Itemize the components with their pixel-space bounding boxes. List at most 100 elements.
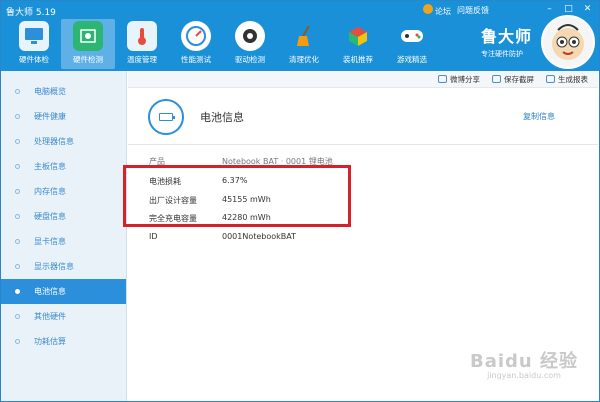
info-value: 45155 mWh (222, 195, 271, 204)
info-key: 电池损耗 (149, 177, 181, 186)
sidebar-item-label: 主板信息 (34, 162, 66, 171)
info-key: ID (149, 232, 158, 241)
sidebar-item-other[interactable]: 其他硬件 (1, 304, 126, 329)
sidebar-item-motherboard[interactable]: 主板信息 (1, 154, 126, 179)
sidebar-item-label: 内存信息 (34, 187, 66, 196)
watermark: Baidu 经验 jingyan.baidu.com (470, 347, 578, 380)
battery-section-icon (148, 99, 184, 135)
tool-games[interactable]: 游戏精选 (385, 19, 439, 69)
tool-label: 游戏精选 (397, 55, 427, 64)
camera-icon (492, 75, 501, 83)
info-row-design-capacity: 出厂设计容量 45155 mWh (149, 195, 271, 206)
report-icon (546, 75, 555, 83)
copy-info-link[interactable]: 复制信息 (523, 111, 555, 122)
sidebar-item-battery[interactable]: 电池信息 (1, 279, 126, 304)
sidebar-item-label: 功耗估算 (34, 337, 66, 346)
sidebar-item-label: 电池信息 (34, 287, 66, 296)
gear-icon (235, 21, 265, 51)
header-bar: 鲁大师 5.19 论坛 问题反馈 – □ ✕ 硬件体检 硬件检测 温度管理 性能… (1, 1, 599, 71)
save-screenshot-label: 保存截屏 (504, 74, 534, 84)
bullet-icon (15, 339, 20, 344)
weibo-share-label: 微博分享 (450, 74, 480, 84)
sidebar-item-label: 电脑概览 (34, 87, 66, 96)
sidebar-item-disk[interactable]: 硬盘信息 (1, 204, 126, 229)
bullet-icon (15, 89, 20, 94)
info-value: Notebook BAT · 0001 锂电池 (222, 157, 333, 166)
cube-icon (343, 21, 373, 51)
tool-label: 驱动检测 (235, 55, 265, 64)
watermark-logo: Baidu 经验 (469, 351, 578, 372)
mascot-avatar (541, 15, 595, 69)
bullet-icon (15, 239, 20, 244)
monitor-icon (19, 21, 49, 51)
tool-label: 硬件体检 (19, 55, 49, 64)
sidebar-item-power[interactable]: 功耗估算 (1, 329, 126, 354)
share-icon (438, 75, 447, 83)
brand-name: 鲁大师 (481, 27, 533, 46)
sidebar-item-label: 硬盘信息 (34, 212, 66, 221)
bullet-icon (15, 114, 20, 119)
forum-link-label: 论坛 (435, 7, 451, 16)
bullet-icon (15, 164, 20, 169)
forum-link[interactable]: 论坛 (423, 4, 451, 17)
tool-temperature[interactable]: 温度管理 (115, 19, 169, 69)
app-window: 鲁大师 5.19 论坛 问题反馈 – □ ✕ 硬件体检 硬件检测 温度管理 性能… (0, 0, 600, 402)
chip-icon (73, 21, 103, 51)
generate-report-button[interactable]: 生成报表 (546, 74, 588, 85)
gamepad-icon (397, 21, 427, 51)
bullet-icon (15, 264, 20, 269)
bullet-icon (15, 289, 20, 294)
info-row-product: 产品 Notebook BAT · 0001 锂电池 (149, 156, 333, 167)
sidebar-item-monitor[interactable]: 显示器信息 (1, 254, 126, 279)
sidebar-item-label: 硬件健康 (34, 112, 66, 121)
close-button[interactable]: ✕ (580, 3, 595, 15)
sidebar-item-gpu[interactable]: 显卡信息 (1, 229, 126, 254)
feedback-link[interactable]: 问题反馈 (457, 5, 489, 16)
broom-icon (289, 21, 319, 51)
bullet-icon (15, 214, 20, 219)
sidebar-item-overview[interactable]: 电脑概览 (1, 79, 126, 104)
info-row-full-capacity: 完全充电容量 42280 mWh (149, 213, 271, 224)
sidebar-item-label: 显示器信息 (34, 262, 74, 271)
sidebar-item-label: 其他硬件 (34, 312, 66, 321)
brand-slogan: 专注硬件防护 (481, 50, 523, 58)
main-toolbar: 硬件体检 硬件检测 温度管理 性能测试 驱动检测 清理优化 装机推荐 游戏精选 (7, 19, 439, 69)
battery-icon (159, 113, 175, 121)
forum-icon (423, 4, 433, 14)
speedometer-icon (181, 21, 211, 51)
main-content: 电池信息 复制信息 产品 Notebook BAT · 0001 锂电池 电池损… (128, 89, 598, 401)
tool-build-recommend[interactable]: 装机推荐 (331, 19, 385, 69)
bullet-icon (15, 314, 20, 319)
tool-hardware-checkup[interactable]: 硬件体检 (7, 19, 61, 69)
tool-label: 性能测试 (181, 55, 211, 64)
tool-label: 清理优化 (289, 55, 319, 64)
sidebar-item-health[interactable]: 硬件健康 (1, 104, 126, 129)
sidebar-item-label: 显卡信息 (34, 237, 66, 246)
save-screenshot-button[interactable]: 保存截屏 (492, 74, 534, 85)
info-value: 0001NotebookBAT (222, 232, 297, 241)
info-key: 产品 (149, 157, 165, 166)
sidebar-item-label: 处理器信息 (34, 137, 74, 146)
sidebar-item-cpu[interactable]: 处理器信息 (1, 129, 126, 154)
tool-cleanup[interactable]: 清理优化 (277, 19, 331, 69)
window-title: 鲁大师 5.19 (6, 8, 56, 18)
action-bar: 微博分享 保存截屏 生成报表 (128, 71, 598, 88)
window-controls: – □ ✕ (542, 3, 595, 15)
tool-label: 装机推荐 (343, 55, 373, 64)
maximize-button[interactable]: □ (561, 3, 576, 15)
tool-hardware-detect[interactable]: 硬件检测 (61, 19, 115, 69)
section-title: 电池信息 (200, 111, 244, 124)
top-links: 论坛 问题反馈 (423, 4, 489, 17)
sidebar: 电脑概览 硬件健康 处理器信息 主板信息 内存信息 硬盘信息 显卡信息 显示器信… (1, 71, 127, 401)
weibo-share-button[interactable]: 微博分享 (438, 74, 480, 85)
brand: 鲁大师 专注硬件防护 (481, 23, 532, 59)
tool-driver[interactable]: 驱动检测 (223, 19, 277, 69)
minimize-button[interactable]: – (542, 3, 557, 15)
sidebar-item-memory[interactable]: 内存信息 (1, 179, 126, 204)
bullet-icon (15, 189, 20, 194)
info-value: 42280 mWh (222, 213, 271, 222)
thermometer-icon (127, 21, 157, 51)
info-key: 完全充电容量 (149, 214, 197, 223)
tool-performance[interactable]: 性能测试 (169, 19, 223, 69)
